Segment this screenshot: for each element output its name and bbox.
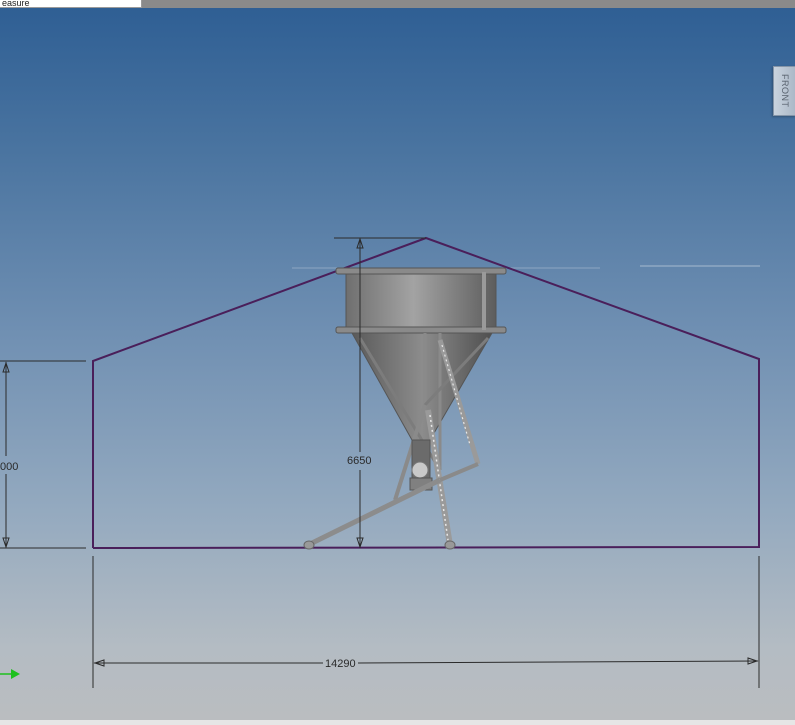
height-dimension-label: 6650 (347, 455, 371, 467)
axis-x-arrow-icon (0, 669, 20, 679)
viewcube-face-tab[interactable]: FRONT (773, 66, 795, 116)
top-toolbar-strip: easure (0, 0, 795, 8)
width-dimension[interactable] (92, 556, 760, 688)
drawing-canvas: 6650 000 14290 (0, 236, 760, 688)
width-dimension-label: 14290 (325, 658, 356, 670)
wall-height-dimension-label: 000 (0, 461, 18, 473)
status-strip (0, 720, 795, 725)
viewcube-label: FRONT (780, 74, 790, 108)
wall-height-dimension[interactable] (0, 360, 86, 549)
command-input[interactable]: easure (0, 0, 142, 8)
hopper-model[interactable] (303, 267, 507, 550)
model-viewport[interactable]: 6650 000 14290 FRONT (0, 8, 795, 720)
